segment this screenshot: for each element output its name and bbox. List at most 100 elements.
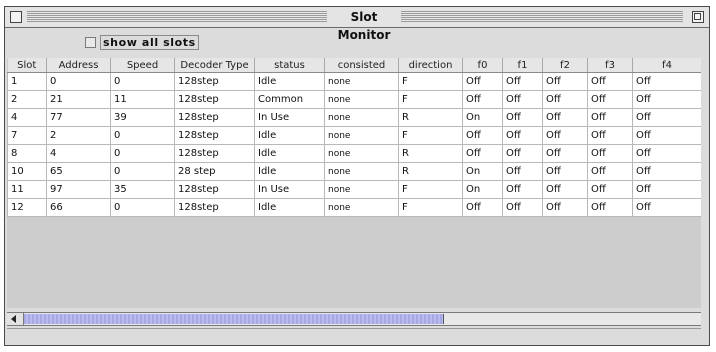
column-header[interactable]: Decoder Type — [174, 58, 255, 73]
table-cell[interactable]: Off — [542, 90, 588, 109]
table-cell[interactable]: Off — [542, 144, 588, 163]
zoom-box-icon[interactable] — [692, 11, 704, 23]
table-row[interactable]: 11 97 35 128step In Use none F On Off Off Off Off — [7, 180, 701, 199]
table-cell[interactable]: Off — [587, 108, 633, 127]
close-box-icon[interactable] — [10, 11, 22, 23]
table-cell[interactable]: 0 — [110, 198, 175, 217]
table-cell[interactable]: Off — [502, 180, 543, 199]
table-cell[interactable]: R — [398, 108, 463, 127]
table-cell[interactable]: Off — [502, 162, 543, 181]
table-cell[interactable]: none — [324, 126, 399, 145]
table-row[interactable]: 10 65 0 28 step Idle none R On Off Off Off Off — [7, 162, 701, 181]
scroll-left-arrow-icon[interactable] — [7, 313, 24, 325]
table-cell[interactable]: Off — [587, 180, 633, 199]
table-cell[interactable]: Off — [542, 162, 588, 181]
table-cell[interactable]: 66 — [46, 198, 111, 217]
table-cell[interactable]: On — [462, 162, 503, 181]
table-cell[interactable]: 128step — [174, 90, 255, 109]
column-header[interactable]: Speed — [110, 58, 175, 73]
table-row[interactable]: 1 0 0 128step Idle none F Off Off Off Off Off — [7, 72, 701, 91]
table-cell[interactable]: F — [398, 180, 463, 199]
table-cell[interactable]: On — [462, 108, 503, 127]
table-cell[interactable]: Off — [502, 198, 543, 217]
table-cell[interactable]: 7 — [7, 126, 47, 145]
scroll-thumb[interactable] — [24, 314, 444, 324]
table-cell[interactable]: R — [398, 144, 463, 163]
table-cell[interactable]: Off — [542, 180, 588, 199]
table-cell[interactable]: Off — [542, 126, 588, 145]
table-cell[interactable]: Off — [587, 162, 633, 181]
table-cell[interactable]: 0 — [110, 144, 175, 163]
table-row[interactable]: 7 2 0 128step Idle none F Off Off Off Off Off — [7, 126, 701, 145]
table-cell[interactable]: Off — [502, 108, 543, 127]
table-cell[interactable]: 10 — [7, 162, 47, 181]
table-cell[interactable]: Off — [632, 108, 701, 127]
table-cell[interactable]: Off — [632, 162, 701, 181]
table-cell[interactable]: Off — [632, 90, 701, 109]
table-cell[interactable]: none — [324, 72, 399, 91]
column-header[interactable]: direction — [398, 58, 463, 73]
table-cell[interactable]: Off — [587, 144, 633, 163]
table-cell[interactable]: Off — [542, 72, 588, 91]
table-cell[interactable]: 2 — [7, 90, 47, 109]
table-cell[interactable]: Off — [587, 72, 633, 91]
column-header[interactable]: status — [254, 58, 325, 73]
table-cell[interactable]: F — [398, 90, 463, 109]
table-cell[interactable]: Off — [632, 180, 701, 199]
table-cell[interactable]: Common — [254, 90, 325, 109]
table-cell[interactable]: In Use — [254, 180, 325, 199]
table-cell[interactable]: 128step — [174, 126, 255, 145]
table-row[interactable]: 12 66 0 128step Idle none F Off Off Off Off Off — [7, 198, 701, 217]
table-cell[interactable]: F — [398, 198, 463, 217]
table-row[interactable]: 4 77 39 128step In Use none R On Off Off Off Off — [7, 108, 701, 127]
table-cell[interactable]: Off — [587, 90, 633, 109]
table-cell[interactable]: 35 — [110, 180, 175, 199]
table-cell[interactable]: 8 — [7, 144, 47, 163]
table-cell[interactable]: 77 — [46, 108, 111, 127]
table-cell[interactable]: 0 — [110, 126, 175, 145]
table-cell[interactable]: 4 — [7, 108, 47, 127]
table-cell[interactable]: 28 step — [174, 162, 255, 181]
column-header[interactable]: f2 — [542, 58, 588, 73]
table-cell[interactable]: Off — [632, 198, 701, 217]
table-cell[interactable]: 97 — [46, 180, 111, 199]
table-cell[interactable]: 21 — [46, 90, 111, 109]
table-cell[interactable]: F — [398, 126, 463, 145]
table-cell[interactable]: 128step — [174, 108, 255, 127]
table-cell[interactable]: F — [398, 72, 463, 91]
table-cell[interactable]: none — [324, 180, 399, 199]
show-all-slots-label[interactable]: show all slots — [100, 35, 199, 50]
table-cell[interactable]: Off — [462, 144, 503, 163]
column-header[interactable]: f1 — [502, 58, 543, 73]
table-cell[interactable]: Off — [502, 90, 543, 109]
table-cell[interactable]: Off — [632, 126, 701, 145]
table-cell[interactable]: 1 — [7, 72, 47, 91]
column-header[interactable]: f0 — [462, 58, 503, 73]
column-header[interactable]: f4 — [632, 58, 701, 73]
table-cell[interactable]: none — [324, 90, 399, 109]
table-cell[interactable]: 0 — [46, 72, 111, 91]
column-header[interactable]: Slot — [7, 58, 47, 73]
table-cell[interactable]: Off — [502, 144, 543, 163]
column-header[interactable]: Address — [46, 58, 111, 73]
table-cell[interactable]: Idle — [254, 162, 325, 181]
table-cell[interactable]: Off — [632, 144, 701, 163]
table-cell[interactable]: 2 — [46, 126, 111, 145]
table-cell[interactable]: Off — [587, 126, 633, 145]
table-cell[interactable]: Off — [502, 126, 543, 145]
table-cell[interactable]: On — [462, 180, 503, 199]
table-cell[interactable]: R — [398, 162, 463, 181]
table-cell[interactable]: none — [324, 162, 399, 181]
table-cell[interactable]: Off — [632, 72, 701, 91]
table-cell[interactable]: Off — [542, 198, 588, 217]
table-cell[interactable]: 0 — [110, 72, 175, 91]
table-row[interactable]: 8 4 0 128step Idle none R Off Off Off Off Off — [7, 144, 701, 163]
title-bar[interactable]: Slot Monitor — [5, 7, 709, 42]
table-row[interactable]: 2 21 11 128step Common none F Off Off Off Off Off — [7, 90, 701, 109]
table-cell[interactable]: 128step — [174, 72, 255, 91]
table-cell[interactable]: 128step — [174, 198, 255, 217]
table-cell[interactable]: Idle — [254, 72, 325, 91]
table-cell[interactable]: Off — [462, 72, 503, 91]
table-cell[interactable]: none — [324, 198, 399, 217]
table-cell[interactable]: 65 — [46, 162, 111, 181]
